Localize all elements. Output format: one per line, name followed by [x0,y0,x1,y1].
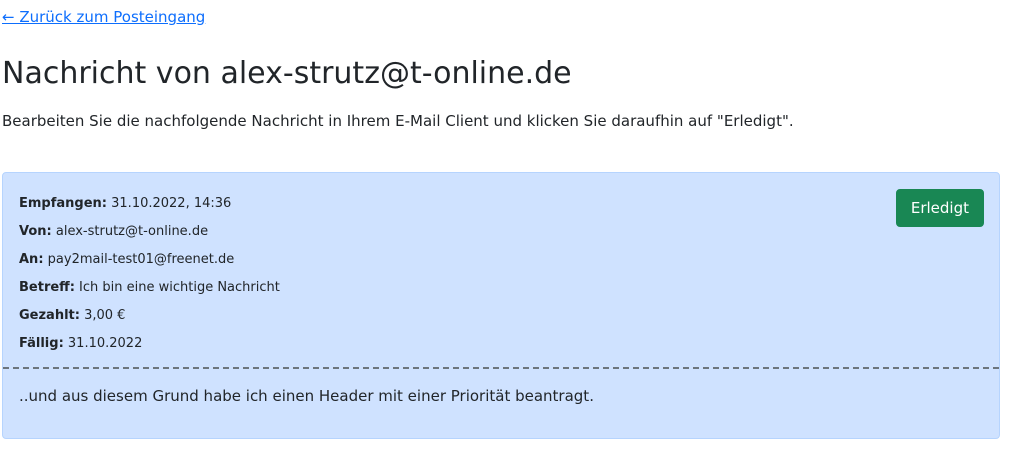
subject-row: Betreff: Ich bin eine wichtige Nachricht [19,274,280,302]
done-button[interactable]: Erledigt [895,189,984,227]
received-value: 31.10.2022, 14:36 [111,196,232,211]
page: ← Zurück zum Posteingang Nachricht von a… [0,0,1010,449]
from-row: Von: alex-strutz@t-online.de [19,218,280,246]
due-value: 31.10.2022 [67,336,143,351]
back-to-inbox-link[interactable]: ← Zurück zum Posteingang [2,8,205,26]
received-label: Empfangen: [19,196,107,211]
received-row: Empfangen: 31.10.2022, 14:36 [19,190,280,218]
dashed-divider [3,367,999,369]
to-value: pay2mail-test01@freenet.de [47,252,235,267]
paid-label: Gezahlt: [19,308,80,323]
due-row: Fällig: 31.10.2022 [19,330,280,358]
due-label: Fällig: [19,336,64,351]
instructions-text: Bearbeiten Sie die nachfolgende Nachrich… [2,112,794,130]
to-row: An: pay2mail-test01@freenet.de [19,246,280,274]
message-body: ..und aus diesem Grund habe ich einen He… [19,387,594,405]
paid-row: Gezahlt: 3,00 € [19,302,280,330]
page-title: Nachricht von alex-strutz@t-online.de [2,56,572,91]
paid-value: 3,00 € [84,308,126,323]
message-card: Empfangen: 31.10.2022, 14:36 Von: alex-s… [2,172,1000,439]
from-value: alex-strutz@t-online.de [55,224,209,239]
message-metadata: Empfangen: 31.10.2022, 14:36 Von: alex-s… [19,190,280,358]
subject-value: Ich bin eine wichtige Nachricht [79,280,280,295]
subject-label: Betreff: [19,280,75,295]
to-label: An: [19,252,44,267]
from-label: Von: [19,224,52,239]
